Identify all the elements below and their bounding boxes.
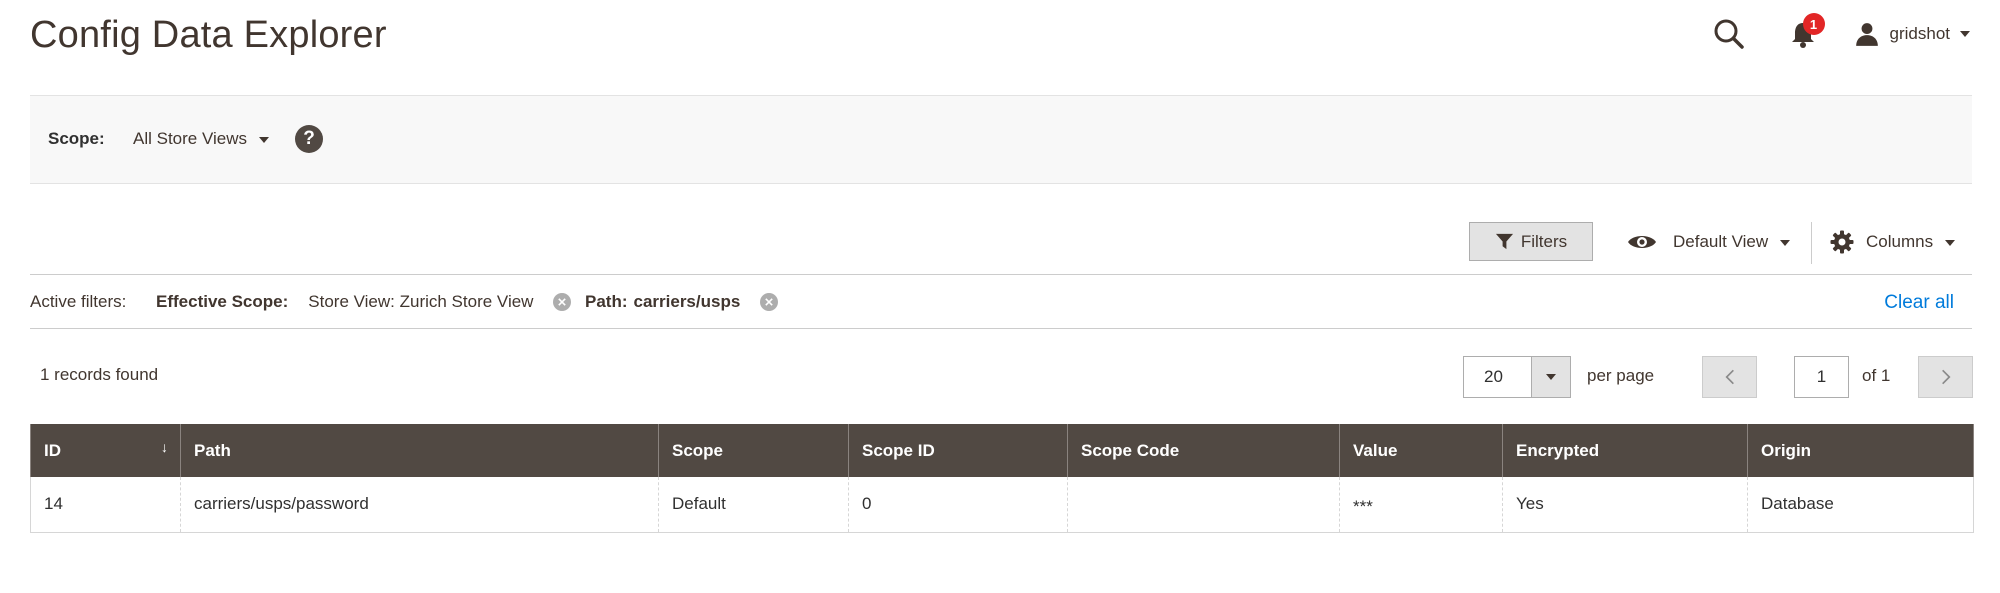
active-filter-path: Path: carriers/usps [585, 292, 779, 312]
previous-page-button[interactable] [1702, 356, 1757, 398]
per-page-toggle[interactable] [1531, 356, 1571, 398]
view-switcher[interactable]: Default View [1627, 222, 1791, 261]
column-header-value[interactable]: Value [1339, 424, 1503, 477]
view-label: Default View [1673, 231, 1769, 251]
filter-label: Path: [585, 292, 628, 311]
cell-encrypted: Yes [1502, 477, 1748, 533]
column-header-encrypted[interactable]: Encrypted [1502, 424, 1748, 477]
chevron-down-icon [259, 137, 270, 143]
scope-selected: All Store Views [133, 129, 248, 148]
cell-origin: Database [1747, 477, 1974, 533]
active-filter-effective-scope: Effective Scope: Store View: Zurich Stor… [156, 292, 572, 312]
next-page-button[interactable] [1918, 356, 1973, 398]
cell-id: 14 [30, 477, 181, 533]
active-filters-bar: Active filters: Effective Scope: Store V… [30, 274, 1972, 329]
toolbar-divider [1811, 222, 1812, 264]
remove-filter-icon[interactable] [760, 293, 779, 311]
filters-label: Filters [1520, 231, 1568, 251]
notification-count-badge: 1 [1802, 13, 1825, 35]
page-title: Config Data Explorer [30, 14, 387, 56]
chevron-down-icon [1780, 239, 1791, 246]
filter-value: carriers/usps [633, 292, 741, 311]
columns-switcher[interactable]: Columns [1830, 222, 1956, 261]
filter-label: Effective Scope: [156, 292, 289, 311]
funnel-icon [1495, 233, 1513, 250]
column-header-path[interactable]: Path [180, 424, 659, 477]
cell-scope-id: 0 [848, 477, 1068, 533]
user-icon [1855, 23, 1878, 46]
grid-header-row: ID ↓ Path Scope Scope ID Scope Code Valu… [30, 424, 1974, 477]
user-name: gridshot [1889, 24, 1950, 43]
active-filters-title: Active filters: [30, 292, 127, 311]
scope-switcher[interactable]: All Store Views [133, 129, 270, 149]
column-header-scope-id[interactable]: Scope ID [848, 424, 1068, 477]
cell-scope: Default [658, 477, 849, 533]
filters-button[interactable]: Filters [1469, 222, 1593, 261]
eye-icon [1628, 235, 1656, 248]
cell-value: *** [1339, 477, 1503, 533]
remove-filter-icon[interactable] [553, 293, 572, 311]
per-page-label: per page [1587, 366, 1655, 385]
search-icon[interactable] [1712, 17, 1746, 51]
column-header-scope[interactable]: Scope [658, 424, 849, 477]
scope-label: Scope: [48, 129, 105, 148]
column-header-id[interactable]: ID ↓ [30, 424, 181, 477]
config-data-grid: ID ↓ Path Scope Scope ID Scope Code Valu… [30, 424, 1974, 533]
header-actions: 1 gridshot [1712, 13, 1970, 54]
column-header-scope-code[interactable]: Scope Code [1067, 424, 1340, 477]
sort-arrow-icon: ↓ [161, 439, 168, 455]
columns-label: Columns [1866, 231, 1934, 251]
filter-value: Store View: Zurich Store View [308, 292, 534, 311]
scope-bar: Scope: All Store Views ? [30, 95, 1972, 184]
chevron-down-icon [1960, 31, 1970, 37]
clear-all-link[interactable]: Clear all [1884, 292, 1954, 314]
gear-icon [1830, 230, 1854, 253]
user-menu[interactable]: gridshot [1854, 21, 1970, 47]
page-number-input[interactable]: 1 [1794, 356, 1849, 398]
cell-scope-code [1067, 477, 1340, 533]
chevron-right-icon [1941, 369, 1951, 385]
chevron-left-icon [1724, 369, 1734, 385]
cell-path: carriers/usps/password [180, 477, 659, 533]
table-row[interactable]: 14 carriers/usps/password Default 0 *** … [30, 477, 1974, 533]
page-count-label: of 1 [1862, 366, 1891, 385]
help-icon[interactable]: ? [295, 125, 323, 153]
column-header-origin[interactable]: Origin [1747, 424, 1974, 477]
notifications-button[interactable]: 1 [1786, 13, 1825, 51]
records-found: 1 records found [40, 365, 159, 384]
chevron-down-icon [1546, 374, 1556, 380]
chevron-down-icon [1945, 239, 1956, 246]
